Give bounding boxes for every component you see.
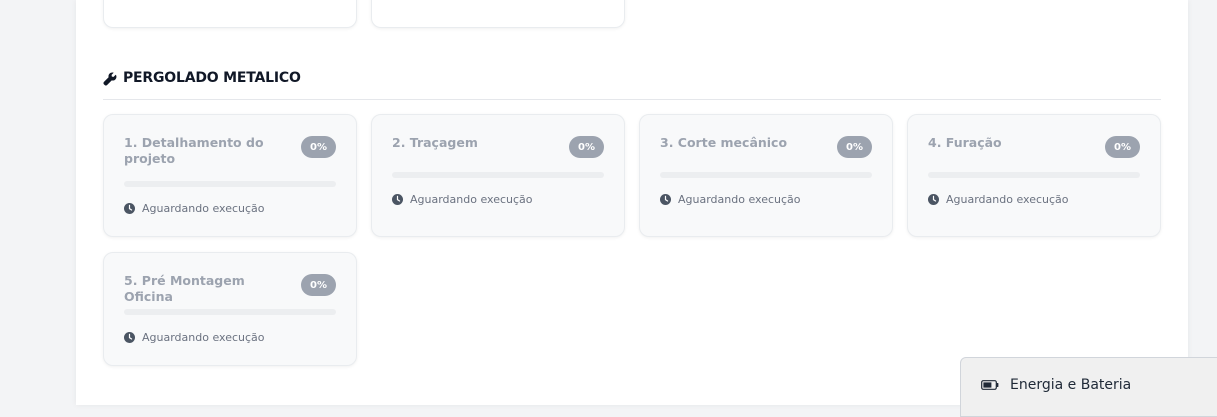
clock-icon: [392, 194, 403, 205]
clock-icon: [928, 194, 939, 205]
status-text: Aguardando execução: [142, 331, 265, 344]
percent-badge: 0%: [569, 136, 604, 158]
previous-step-card[interactable]: [103, 0, 357, 28]
section-title: PERGOLADO METALICO: [123, 70, 301, 86]
wrench-icon: [103, 72, 117, 86]
status-text: Aguardando execução: [410, 193, 533, 206]
status-text: Aguardando execução: [678, 193, 801, 206]
step-card[interactable]: 5. Pré Montagem Oficina 0% Aguardando ex…: [103, 252, 357, 366]
step-title: 4. Furação: [928, 135, 1002, 150]
clock-icon: [660, 194, 671, 205]
clock-icon: [124, 203, 135, 214]
step-title: 1. Detalhamento do projeto: [124, 135, 264, 166]
status-row: Aguardando execução: [392, 193, 533, 206]
progress-bar: [124, 309, 336, 315]
clock-icon: [124, 332, 135, 343]
step-title: 5. Pré Montagem Oficina: [124, 273, 245, 304]
percent-badge: 0%: [301, 274, 336, 296]
status-row: Aguardando execução: [124, 202, 265, 215]
status-text: Aguardando execução: [946, 193, 1069, 206]
step-title: 3. Corte mecânico: [660, 135, 788, 150]
status-row: Aguardando execução: [660, 193, 801, 206]
section-header: PERGOLADO METALICO: [103, 70, 1161, 100]
previous-step-card[interactable]: [371, 0, 625, 28]
progress-bar: [392, 172, 604, 178]
energy-battery-label: Energia e Bateria: [1010, 377, 1132, 393]
step-card[interactable]: 2. Traçagem 0% Aguardando execução: [371, 114, 625, 237]
percent-badge: 0%: [837, 136, 872, 158]
progress-bar: [124, 181, 336, 187]
progress-bar: [660, 172, 872, 178]
step-card[interactable]: 1. Detalhamento do projeto 0% Aguardando…: [103, 114, 357, 237]
percent-badge: 0%: [301, 136, 336, 158]
percent-badge: 0%: [1105, 136, 1140, 158]
status-row: Aguardando execução: [124, 331, 265, 344]
step-card[interactable]: 3. Corte mecânico 0% Aguardando execução: [639, 114, 893, 237]
step-card[interactable]: 4. Furação 0% Aguardando execução: [907, 114, 1161, 237]
energy-battery-flyout[interactable]: Energia e Bateria: [960, 357, 1217, 417]
status-text: Aguardando execução: [142, 202, 265, 215]
battery-icon: [981, 380, 999, 390]
progress-bar: [928, 172, 1140, 178]
status-row: Aguardando execução: [928, 193, 1069, 206]
step-title: 2. Traçagem: [392, 135, 478, 150]
